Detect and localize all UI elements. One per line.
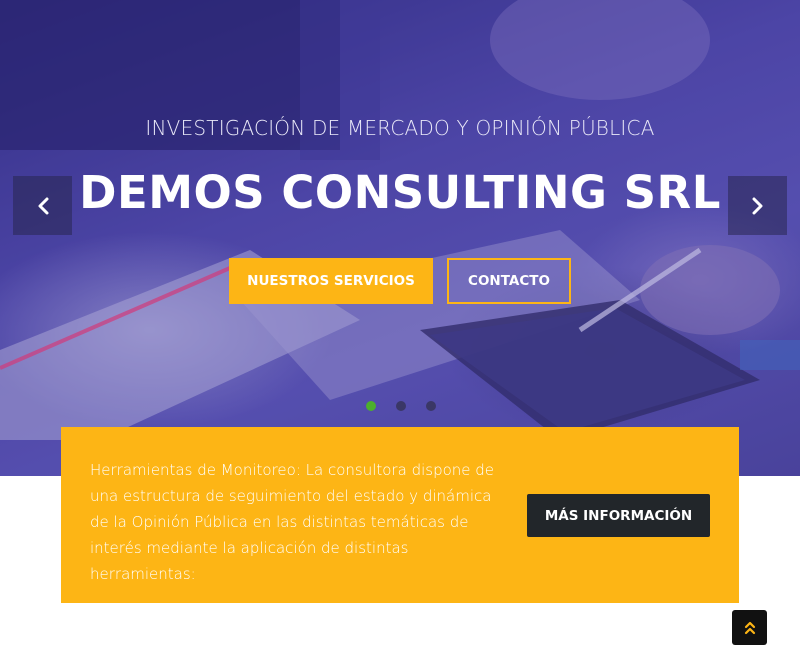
- carousel-indicators: [366, 401, 436, 411]
- scroll-to-top-button[interactable]: [732, 610, 767, 645]
- info-card-text: Herramientas de Monitoreo: La consultora…: [90, 461, 495, 583]
- double-chevron-up-icon: [744, 621, 755, 634]
- carousel-prev-button[interactable]: [13, 176, 72, 235]
- chevron-right-icon: [752, 197, 762, 214]
- contact-button[interactable]: CONTACTO: [447, 258, 571, 304]
- carousel-dot-3[interactable]: [426, 401, 436, 411]
- services-button[interactable]: NUESTROS SERVICIOS: [229, 258, 433, 304]
- hero-slider: INVESTIGACIÓN DE MERCADO Y OPINIÓN PÚBLI…: [0, 0, 800, 476]
- carousel-next-button[interactable]: [728, 176, 787, 235]
- carousel-dot-2[interactable]: [396, 401, 406, 411]
- chevron-left-icon: [38, 197, 48, 214]
- hero-title: DEMOS CONSULTING SRL: [79, 166, 721, 219]
- carousel-dot-1[interactable]: [366, 401, 376, 411]
- info-card: Herramientas de Monitoreo: La consultora…: [61, 427, 739, 603]
- more-info-button[interactable]: MÁS INFORMACIÓN: [527, 494, 710, 537]
- hero-subtitle: INVESTIGACIÓN DE MERCADO Y OPINIÓN PÚBLI…: [145, 116, 655, 140]
